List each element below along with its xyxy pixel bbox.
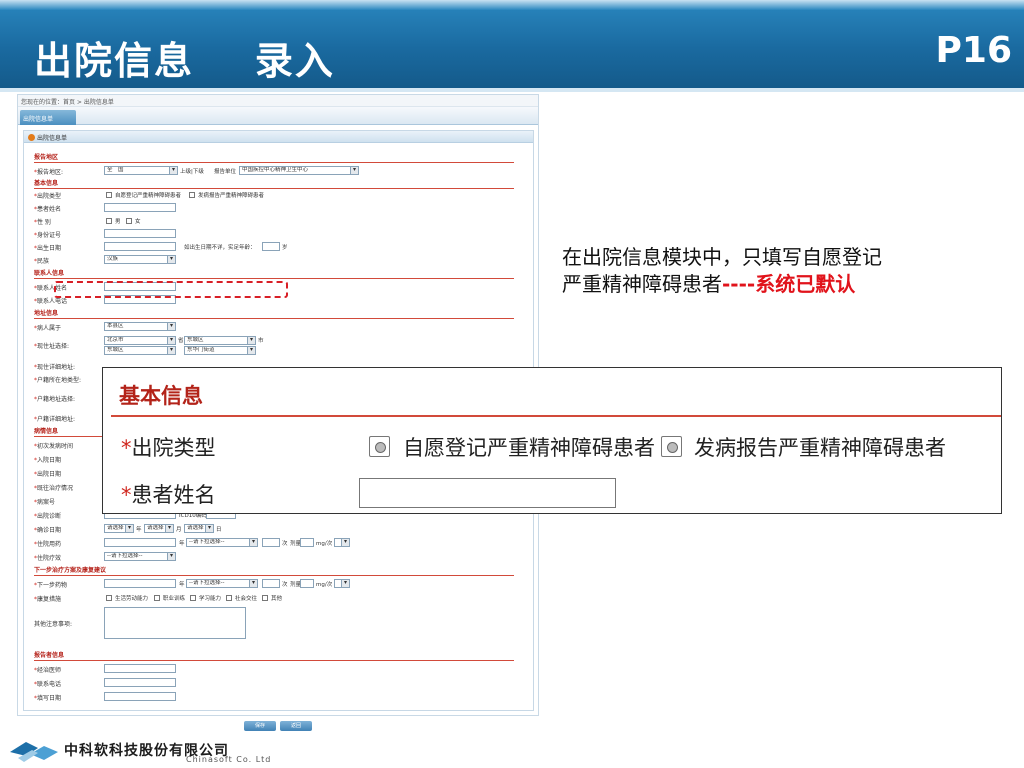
row-phone: *联系电话 xyxy=(34,678,524,689)
report-unit-label: 报告单位 xyxy=(214,169,237,175)
row-meds: *住院用药 年 --请下拉选择-- 次 剂量 mg/次 xyxy=(34,538,524,549)
row-belong: *病人属于 本县区 xyxy=(34,322,524,333)
row-fill-date: *填写日期 xyxy=(34,692,524,703)
next-more-select[interactable] xyxy=(334,579,350,588)
zoom-type-label: *出院类型 xyxy=(121,436,216,460)
slide: 出院信息 录入 P16 您现在的位置：首页 > 出院信息单 出院信息单 出院信息… xyxy=(0,0,1024,768)
row-rehab: *康复措施 生活劳动能力 职业训练 学习能力 社会交往 其他 xyxy=(34,595,283,603)
confirm-year-select[interactable]: 请选择 xyxy=(104,524,134,533)
rehab-opt-4[interactable] xyxy=(226,595,232,601)
row-report-area: *报告地区: 全 国 上级|下级 报告单位 中国疾控中心精神卫生中心 xyxy=(34,166,524,177)
next-times-input[interactable] xyxy=(262,579,280,588)
confirm-day-select[interactable]: 请选择 xyxy=(184,524,214,533)
form-icon xyxy=(28,134,35,141)
breadcrumb: 您现在的位置：首页 > 出院信息单 xyxy=(18,95,538,107)
company-logo-icon xyxy=(10,742,58,762)
zoom-option-voluntary: 自愿登记严重精神障碍患者 xyxy=(403,436,655,460)
unit-select[interactable]: 中国疾控中心精神卫生中心 xyxy=(239,166,359,175)
form-header: 出院信息单 xyxy=(24,131,533,143)
rehab-opt-1[interactable] xyxy=(106,595,112,601)
page-number: P16 xyxy=(935,30,1012,71)
note-default: 系统已默认 xyxy=(755,272,856,296)
zoom-name-label: *患者姓名 xyxy=(121,483,216,507)
note-line-2: 严重精神障碍患者----系统已默认 xyxy=(562,272,856,296)
banner-divider xyxy=(0,88,1024,92)
patient-name-input[interactable] xyxy=(104,203,176,212)
row-next-meds: *下一步药物 年 --请下拉选择-- 次 剂量 mg/次 xyxy=(34,579,524,590)
area-select[interactable]: 全 国 xyxy=(104,166,178,175)
highlight-dashed-box xyxy=(54,281,288,298)
male-radio[interactable] xyxy=(106,218,112,224)
doctor-input[interactable] xyxy=(104,664,176,673)
rehab-opt-2[interactable] xyxy=(154,595,160,601)
meds-more-select[interactable] xyxy=(334,538,350,547)
meds-select[interactable]: --请下拉选择-- xyxy=(186,538,258,547)
meds-input[interactable] xyxy=(104,538,176,547)
row-gender: *性 别 男 女 xyxy=(34,218,141,226)
row-outcome: *住院疗效 --请下拉选择-- xyxy=(34,552,524,563)
row-patient-name: *患者姓名 xyxy=(34,203,524,214)
street-select[interactable]: 东华门街道 xyxy=(184,346,256,355)
zoom-report-checkbox[interactable] xyxy=(661,436,682,457)
up-down-links[interactable]: 上级|下级 xyxy=(180,167,204,175)
header-banner: 出院信息 录入 P16 xyxy=(0,0,1024,88)
confirm-month-select[interactable]: 请选择 xyxy=(144,524,174,533)
back-button[interactable]: 返回 xyxy=(280,721,312,731)
row-id: *身份证号 xyxy=(34,229,524,240)
meds-times-input[interactable] xyxy=(262,538,280,547)
age-input[interactable] xyxy=(262,242,280,251)
zoom-voluntary-checkbox[interactable] xyxy=(369,436,390,457)
slide-title: 出院信息 录入 xyxy=(34,39,335,83)
opt-voluntary-checkbox[interactable] xyxy=(106,192,112,198)
company-name-en: Chinasoft Co. Ltd xyxy=(186,755,272,764)
section-report-area: 报告地区 xyxy=(34,152,514,163)
row-doctor: *经治医师 xyxy=(34,664,524,675)
tab-discharge-form[interactable]: 出院信息单 xyxy=(20,110,76,125)
section-reporter: 报告者信息 xyxy=(34,650,514,661)
ethnic-select[interactable]: 汉族 xyxy=(104,255,176,264)
outcome-select[interactable]: --请下拉选择-- xyxy=(104,552,176,561)
district-select-2[interactable]: 东城区 xyxy=(104,346,176,355)
row-current-address: *现住址选择: 北京市 省 东城区 市 东城区 东华门街道 xyxy=(34,336,524,356)
zoom-section-line xyxy=(111,415,1001,417)
female-radio[interactable] xyxy=(126,218,132,224)
next-meds-select[interactable]: --请下拉选择-- xyxy=(186,579,258,588)
tab-bar: 出院信息单 xyxy=(18,107,538,125)
meds-dose-input[interactable] xyxy=(300,538,314,547)
city-select[interactable]: 北京市 xyxy=(104,336,176,345)
row-birth: *出生日期 如出生日期不详，实足年龄： 岁 xyxy=(34,242,524,253)
explanation-note: 在出院信息模块中，只填写自愿登记 严重精神障碍患者----系统已默认 xyxy=(562,244,882,298)
section-address: 地址信息 xyxy=(34,308,514,319)
row-discharge-type: *出院类型 自愿登记严重精神障碍患者 发病报告严重精神障碍患者 xyxy=(34,192,265,200)
next-dose-input[interactable] xyxy=(300,579,314,588)
banner-highlight xyxy=(0,0,1024,10)
row-confirm: *确诊日期 请选择 年 请选择 月 请选择 日 xyxy=(34,524,524,535)
belong-select[interactable]: 本县区 xyxy=(104,322,176,331)
fill-date-input[interactable] xyxy=(104,692,176,701)
id-input[interactable] xyxy=(104,229,176,238)
zoom-option-report: 发病报告严重精神障碍患者 xyxy=(694,436,946,460)
zoom-panel: 基本信息 *出院类型 自愿登记严重精神障碍患者 发病报告严重精神障碍患者 *患者… xyxy=(102,367,1002,514)
form-title: 出院信息单 xyxy=(37,135,68,142)
section-basic: 基本信息 xyxy=(34,178,514,189)
section-contact: 联系人信息 xyxy=(34,268,514,279)
birth-input[interactable] xyxy=(104,242,176,251)
rehab-opt-5[interactable] xyxy=(262,595,268,601)
opt-report-checkbox[interactable] xyxy=(189,192,195,198)
district-select[interactable]: 东城区 xyxy=(184,336,256,345)
zoom-section-title: 基本信息 xyxy=(119,384,203,408)
note-line-1: 在出院信息模块中，只填写自愿登记 xyxy=(562,245,882,269)
next-meds-input[interactable] xyxy=(104,579,176,588)
section-plan: 下一步治疗方案及康复建议 xyxy=(34,565,514,576)
zoom-patient-name-input[interactable] xyxy=(359,478,616,508)
row-other: 其他注意事项: xyxy=(34,607,524,643)
phone-input[interactable] xyxy=(104,678,176,687)
save-button[interactable]: 保存 xyxy=(244,721,276,731)
rehab-opt-3[interactable] xyxy=(190,595,196,601)
other-textarea[interactable] xyxy=(104,607,246,639)
row-ethnic: *民族 汉族 xyxy=(34,255,524,266)
